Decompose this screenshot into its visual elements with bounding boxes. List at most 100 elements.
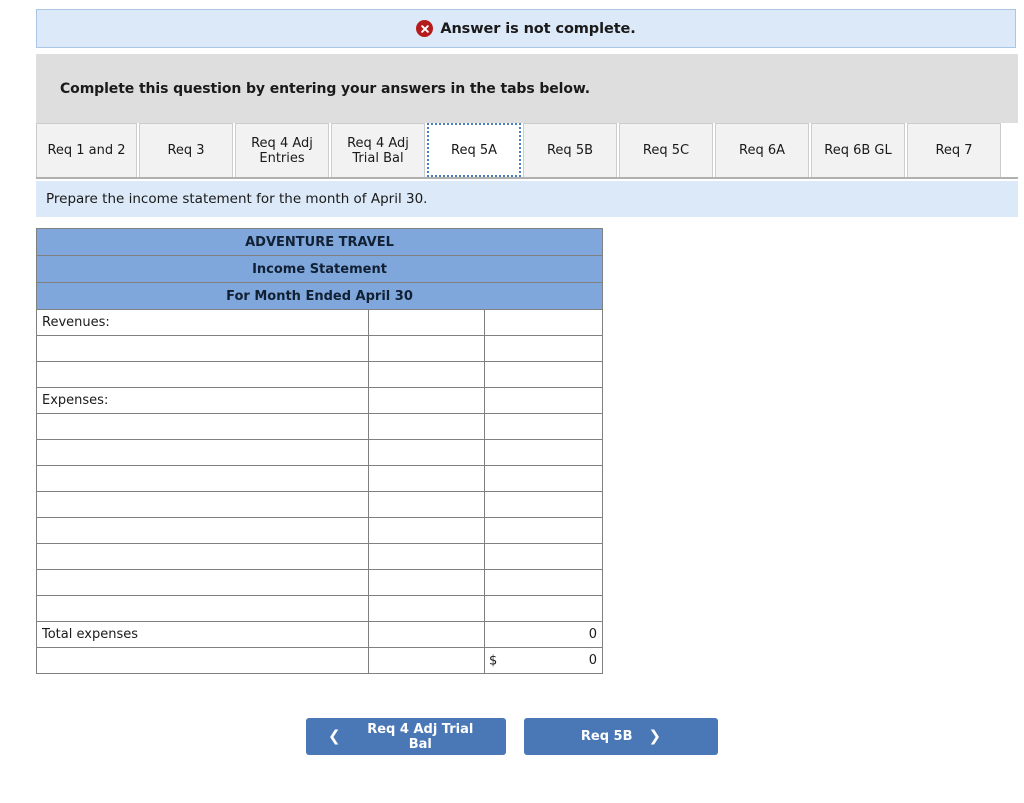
table-row xyxy=(36,439,603,466)
table-row xyxy=(36,569,603,596)
tab-label: Req 4 Adj Entries xyxy=(251,135,313,166)
row-subtotal-cell[interactable] xyxy=(368,595,485,622)
row-amount-cell[interactable] xyxy=(484,543,603,570)
row-label-cell[interactable] xyxy=(36,491,369,518)
chevron-left-icon: ❮ xyxy=(328,727,341,745)
tab-req-6b-gl[interactable]: Req 6B GL xyxy=(811,123,905,177)
tab-label: Req 6A xyxy=(739,143,785,158)
row-subtotal-cell[interactable] xyxy=(368,569,485,596)
row-amount-cell[interactable] xyxy=(484,595,603,622)
question-prompt-text: Prepare the income statement for the mon… xyxy=(46,191,428,207)
income-statement-table: ADVENTURE TRAVEL Income Statement For Mont… xyxy=(36,228,603,674)
income-statement-panel: ADVENTURE TRAVEL Income Statement For Mont… xyxy=(36,228,603,674)
row-subtotal-cell[interactable] xyxy=(368,517,485,544)
row-label-cell[interactable]: Expenses: xyxy=(36,387,369,414)
chevron-right-icon: ❯ xyxy=(648,727,662,745)
row-amount-cell[interactable] xyxy=(484,335,603,362)
row-amount-cell[interactable] xyxy=(484,465,603,492)
requirement-tabs: Req 1 and 2 Req 3 Req 4 Adj Entries Req 4 A… xyxy=(36,123,1018,179)
next-tab-button[interactable]: Req 5B ❯ xyxy=(524,718,718,755)
row-amount-cell[interactable] xyxy=(484,569,603,596)
row-subtotal-cell[interactable] xyxy=(368,647,485,674)
tab-req-6a[interactable]: Req 6A xyxy=(715,123,809,177)
row-label-cell[interactable]: Revenues: xyxy=(36,309,369,336)
row-label-cell[interactable]: Total expenses xyxy=(36,621,369,648)
row-amount-cell[interactable] xyxy=(484,517,603,544)
row-label-cell[interactable] xyxy=(36,543,369,570)
tab-req-7[interactable]: Req 7 xyxy=(907,123,1001,177)
tab-req-4-adj-trial-bal[interactable]: Req 4 Adj Trial Bal xyxy=(331,123,425,177)
tab-req-5c[interactable]: Req 5C xyxy=(619,123,713,177)
tab-req-4-adj-entries[interactable]: Req 4 Adj Entries xyxy=(235,123,329,177)
row-label-cell[interactable] xyxy=(36,569,369,596)
tab-label: Req 5A xyxy=(451,142,497,158)
row-subtotal-cell[interactable] xyxy=(368,621,485,648)
row-subtotal-cell[interactable] xyxy=(368,387,485,414)
row-subtotal-cell[interactable] xyxy=(368,465,485,492)
table-row: Revenues: xyxy=(36,309,603,336)
row-label-cell[interactable] xyxy=(36,439,369,466)
row-amount-cell[interactable] xyxy=(484,361,603,388)
row-subtotal-cell[interactable] xyxy=(368,413,485,440)
row-label-cell[interactable] xyxy=(36,517,369,544)
statement-title-line: ADVENTURE TRAVEL xyxy=(36,228,603,256)
row-label-cell[interactable] xyxy=(36,361,369,388)
tab-req-1-and-2[interactable]: Req 1 and 2 xyxy=(36,123,137,177)
table-row xyxy=(36,517,603,544)
instruction-text: Complete this question by entering your … xyxy=(60,80,591,97)
alert-message: Answer is not complete. xyxy=(440,20,636,37)
row-amount-cell[interactable] xyxy=(484,309,603,336)
tab-label: Req 1 and 2 xyxy=(47,143,126,158)
row-amount-cell[interactable] xyxy=(484,387,603,414)
income-statement-body: ADVENTURE TRAVEL Income Statement For Mont… xyxy=(36,228,603,674)
table-row xyxy=(36,335,603,362)
prev-tab-button[interactable]: ❮ Req 4 Adj Trial Bal xyxy=(306,718,506,755)
statement-title-line: Income Statement xyxy=(36,255,603,283)
table-row xyxy=(36,413,603,440)
prev-tab-label: Req 4 Adj Trial Bal xyxy=(367,721,474,752)
row-subtotal-cell[interactable] xyxy=(368,309,485,336)
tab-label: Req 6B GL xyxy=(824,143,892,158)
tab-label: Req 4 Adj Trial Bal xyxy=(347,135,409,166)
tab-navigation: ❮ Req 4 Adj Trial Bal Req 5B ❯ xyxy=(0,718,1024,755)
table-row: Expenses: xyxy=(36,387,603,414)
row-amount-cell[interactable] xyxy=(484,439,603,466)
row-label-cell[interactable] xyxy=(36,647,369,674)
row-amount-cell[interactable]: 0 xyxy=(484,621,603,648)
row-subtotal-cell[interactable] xyxy=(368,491,485,518)
tab-req-5a[interactable]: Req 5A xyxy=(427,123,521,177)
answer-status-alert: Answer is not complete. xyxy=(36,9,1016,48)
tab-req-5b[interactable]: Req 5B xyxy=(523,123,617,177)
row-label-cell[interactable] xyxy=(36,413,369,440)
row-amount-cell[interactable]: $0 xyxy=(484,647,603,674)
row-amount-cell[interactable] xyxy=(484,491,603,518)
next-tab-label: Req 5B xyxy=(580,729,633,744)
error-circle-x-icon xyxy=(416,20,434,37)
row-amount-cell[interactable] xyxy=(484,413,603,440)
tab-req-3[interactable]: Req 3 xyxy=(139,123,233,177)
row-label-cell[interactable] xyxy=(36,595,369,622)
row-subtotal-cell[interactable] xyxy=(368,335,485,362)
table-row xyxy=(36,491,603,518)
table-row xyxy=(36,543,603,570)
row-subtotal-cell[interactable] xyxy=(368,361,485,388)
tab-label: Req 5B xyxy=(546,143,594,158)
alert-content: Answer is not complete. xyxy=(416,20,636,37)
table-row xyxy=(36,595,603,622)
statement-header-row: For Month Ended April 30 xyxy=(36,282,603,310)
tabstrip-filler xyxy=(1003,123,1018,177)
tab-label: Req 7 xyxy=(935,143,973,158)
table-row: Total expenses 0 xyxy=(36,621,603,648)
statement-header-row: ADVENTURE TRAVEL xyxy=(36,228,603,256)
row-subtotal-cell[interactable] xyxy=(368,439,485,466)
statement-title-line: For Month Ended April 30 xyxy=(36,282,603,310)
table-row: $0 xyxy=(36,647,603,674)
instruction-bar: Complete this question by entering your … xyxy=(36,54,1018,123)
amount-value: 0 xyxy=(588,653,597,668)
row-subtotal-cell[interactable] xyxy=(368,543,485,570)
table-row xyxy=(36,465,603,492)
currency-symbol: $ xyxy=(489,653,498,668)
row-label-cell[interactable] xyxy=(36,335,369,362)
statement-header-row: Income Statement xyxy=(36,255,603,283)
row-label-cell[interactable] xyxy=(36,465,369,492)
